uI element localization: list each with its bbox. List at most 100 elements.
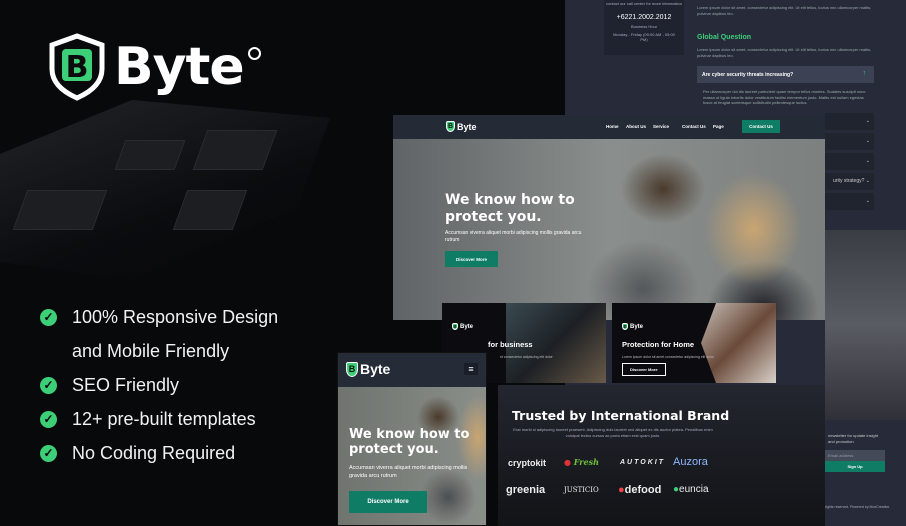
nav-about[interactable]: About Us [626, 124, 646, 129]
feature-label: 100% Responsive Design [72, 306, 279, 327]
faq-section-title: Global Question [697, 34, 752, 41]
shield-logo-icon: B [452, 323, 458, 330]
brand-degree-mark [247, 47, 261, 60]
brand-name: Byte [360, 361, 391, 377]
check-circle-icon: ✓ [40, 376, 57, 394]
cube-shape [114, 140, 186, 170]
nav-contact[interactable]: Contact Us [682, 124, 706, 129]
hero-title: We know how to [445, 192, 575, 208]
feature-label: SEO Friendly [72, 374, 180, 395]
contact-us-button[interactable]: Contact Us [742, 120, 780, 133]
svg-text:B: B [66, 50, 89, 85]
chevron-down-icon: ⌄ [865, 138, 870, 144]
signup-button[interactable]: Sign Up [825, 461, 885, 472]
faq-answer: Per ullamcorper dui dis laoreet parturie… [703, 89, 866, 106]
nav-logo[interactable]: B Byte [346, 361, 390, 377]
bedroom-photo [825, 230, 906, 420]
feature-item: ✓ No Coding Required [40, 436, 278, 470]
feature-item: ✓ 100% Responsive Design [40, 300, 278, 334]
faq-item[interactable]: ⌄ [825, 193, 874, 210]
phone-number[interactable]: +6221.2002.2012 [604, 14, 684, 21]
family-photo [701, 303, 776, 383]
brand-logo-justicio: JUSTICIO [564, 486, 599, 494]
feature-label: 12+ pre-built templates [72, 408, 256, 429]
feature-list: ✓ 100% Responsive Design and Mobile Frien… [40, 300, 278, 470]
home-card: B Byte Protection for Home Lorem ipsum do… [612, 303, 776, 383]
brand-name: Byte [457, 121, 477, 132]
feature-label: and Mobile Friendly [72, 340, 230, 361]
contact-card: contact our call center for more informa… [604, 0, 684, 55]
feature-label: No Coding Required [72, 442, 236, 463]
brand-name: Byte [630, 323, 644, 330]
brand-logo-autokit: AUTOKIT [620, 459, 665, 466]
chevron-down-icon: ⌄ [865, 118, 870, 124]
faq-item[interactable]: urity strategy? ⌄ [825, 173, 874, 190]
brand-logo-auzora: Auzora [673, 456, 708, 468]
chevron-down-icon: ⌄ [865, 178, 870, 184]
feature-item: ✓ SEO Friendly [40, 368, 278, 402]
faq-section-text: Lorem ipsum dolor sit amet, consectetur … [697, 47, 872, 58]
feature-item: ✓ 12+ pre-built templates [40, 402, 278, 436]
brand-logo: B Byte [48, 33, 261, 101]
cube-shape [12, 190, 108, 230]
brand-logo-cryptokit: cryptokit [508, 458, 547, 468]
desktop-navbar: B Byte Home About Us Service Contact Us P… [393, 115, 825, 139]
faq-question: Are cyber security threats increasing? [702, 72, 794, 78]
card-desc: et consectetur adipiscing elit dolor [500, 355, 553, 359]
hamburger-menu-icon[interactable]: ≡ [464, 363, 478, 375]
card-desc: Lorem ipsum dolor sit amet consectetur a… [622, 355, 715, 359]
shield-logo-icon: B [346, 361, 358, 377]
discover-more-button[interactable]: Discover More [622, 363, 666, 376]
nav-page[interactable]: Page [713, 124, 724, 129]
trusted-brands-section: Trusted by International Brand Erat morb… [498, 385, 825, 526]
cube-shape [192, 130, 278, 170]
shield-logo-icon: B [446, 121, 455, 132]
section-title: Trusted by International Brand [512, 408, 730, 423]
brand-name: Byte [114, 37, 245, 97]
check-circle-icon: ✓ [40, 444, 57, 462]
check-circle-icon: ✓ [40, 410, 57, 428]
mobile-preview: B Byte ≡ We know how to protect you. Accu… [337, 352, 487, 526]
hours-label: Business Hour [630, 24, 657, 29]
check-circle-icon: ✓ [40, 308, 57, 326]
brand-logo-euncia: ●euncia [673, 484, 709, 495]
faq-item[interactable]: ⌄ [825, 133, 874, 150]
nav-logo[interactable]: B Byte [446, 121, 477, 132]
discover-more-button[interactable]: Discover More [349, 491, 427, 513]
card-logo: B Byte [452, 323, 473, 330]
desktop-preview: B Byte Home About Us Service Contact Us P… [393, 115, 825, 320]
section-desc: Erat morbi si adipiscing laoreet praesen… [513, 427, 713, 438]
feature-item: and Mobile Friendly [40, 334, 278, 368]
card-title: Protection for Home [622, 340, 695, 349]
newsletter: newsletter for update insight and promot… [825, 420, 885, 480]
faq-item-open[interactable]: Are cyber security threats increasing? ↑ [697, 66, 874, 83]
card-logo: B Byte [622, 323, 643, 330]
chevron-down-icon: ⌄ [865, 158, 870, 164]
arrow-up-icon: ↑ [862, 70, 867, 77]
brand-logo-fresh: ● Fresh [564, 457, 599, 467]
faq-item[interactable]: ⌄ [825, 153, 874, 170]
faq-question: urity strategy? [833, 178, 865, 184]
contact-text: contact our call center for more informa… [605, 1, 683, 6]
shield-logo-icon: B [49, 33, 105, 101]
shield-logo-icon: B [622, 323, 628, 330]
nav-home[interactable]: Home [606, 124, 619, 129]
email-input[interactable]: Email address [825, 450, 885, 461]
copyright-text: rights reserved. Powered by MoxCreative. [825, 505, 891, 509]
brand-logo-defood: ●defood [618, 484, 662, 496]
newsletter-text: newsletter for update insight and promot… [828, 433, 879, 444]
chevron-down-icon: ⌄ [865, 198, 870, 204]
hero-title: protect you. [349, 442, 439, 457]
nav-service[interactable]: Service [653, 124, 669, 129]
hours-text: Monday - Friday (09:00 AM - 05:00 PM) [613, 32, 675, 42]
hero-title: We know how to [349, 427, 470, 442]
card-title: for business [488, 340, 533, 349]
faq-item[interactable]: ⌄ [825, 113, 874, 130]
discover-more-button[interactable]: Discover More [445, 251, 498, 267]
brand-logo-greenia: greenia [506, 484, 546, 496]
hero-title: protect you. [445, 209, 542, 225]
faq-intro-text: Lorem ipsum dolor sit amet, consectetur … [697, 5, 872, 16]
mobile-navbar: B Byte ≡ [338, 353, 486, 387]
hero-subtitle: Accumsan viverra aliquet morbi adipiscin… [445, 230, 582, 243]
brand-name: Byte [460, 323, 474, 330]
